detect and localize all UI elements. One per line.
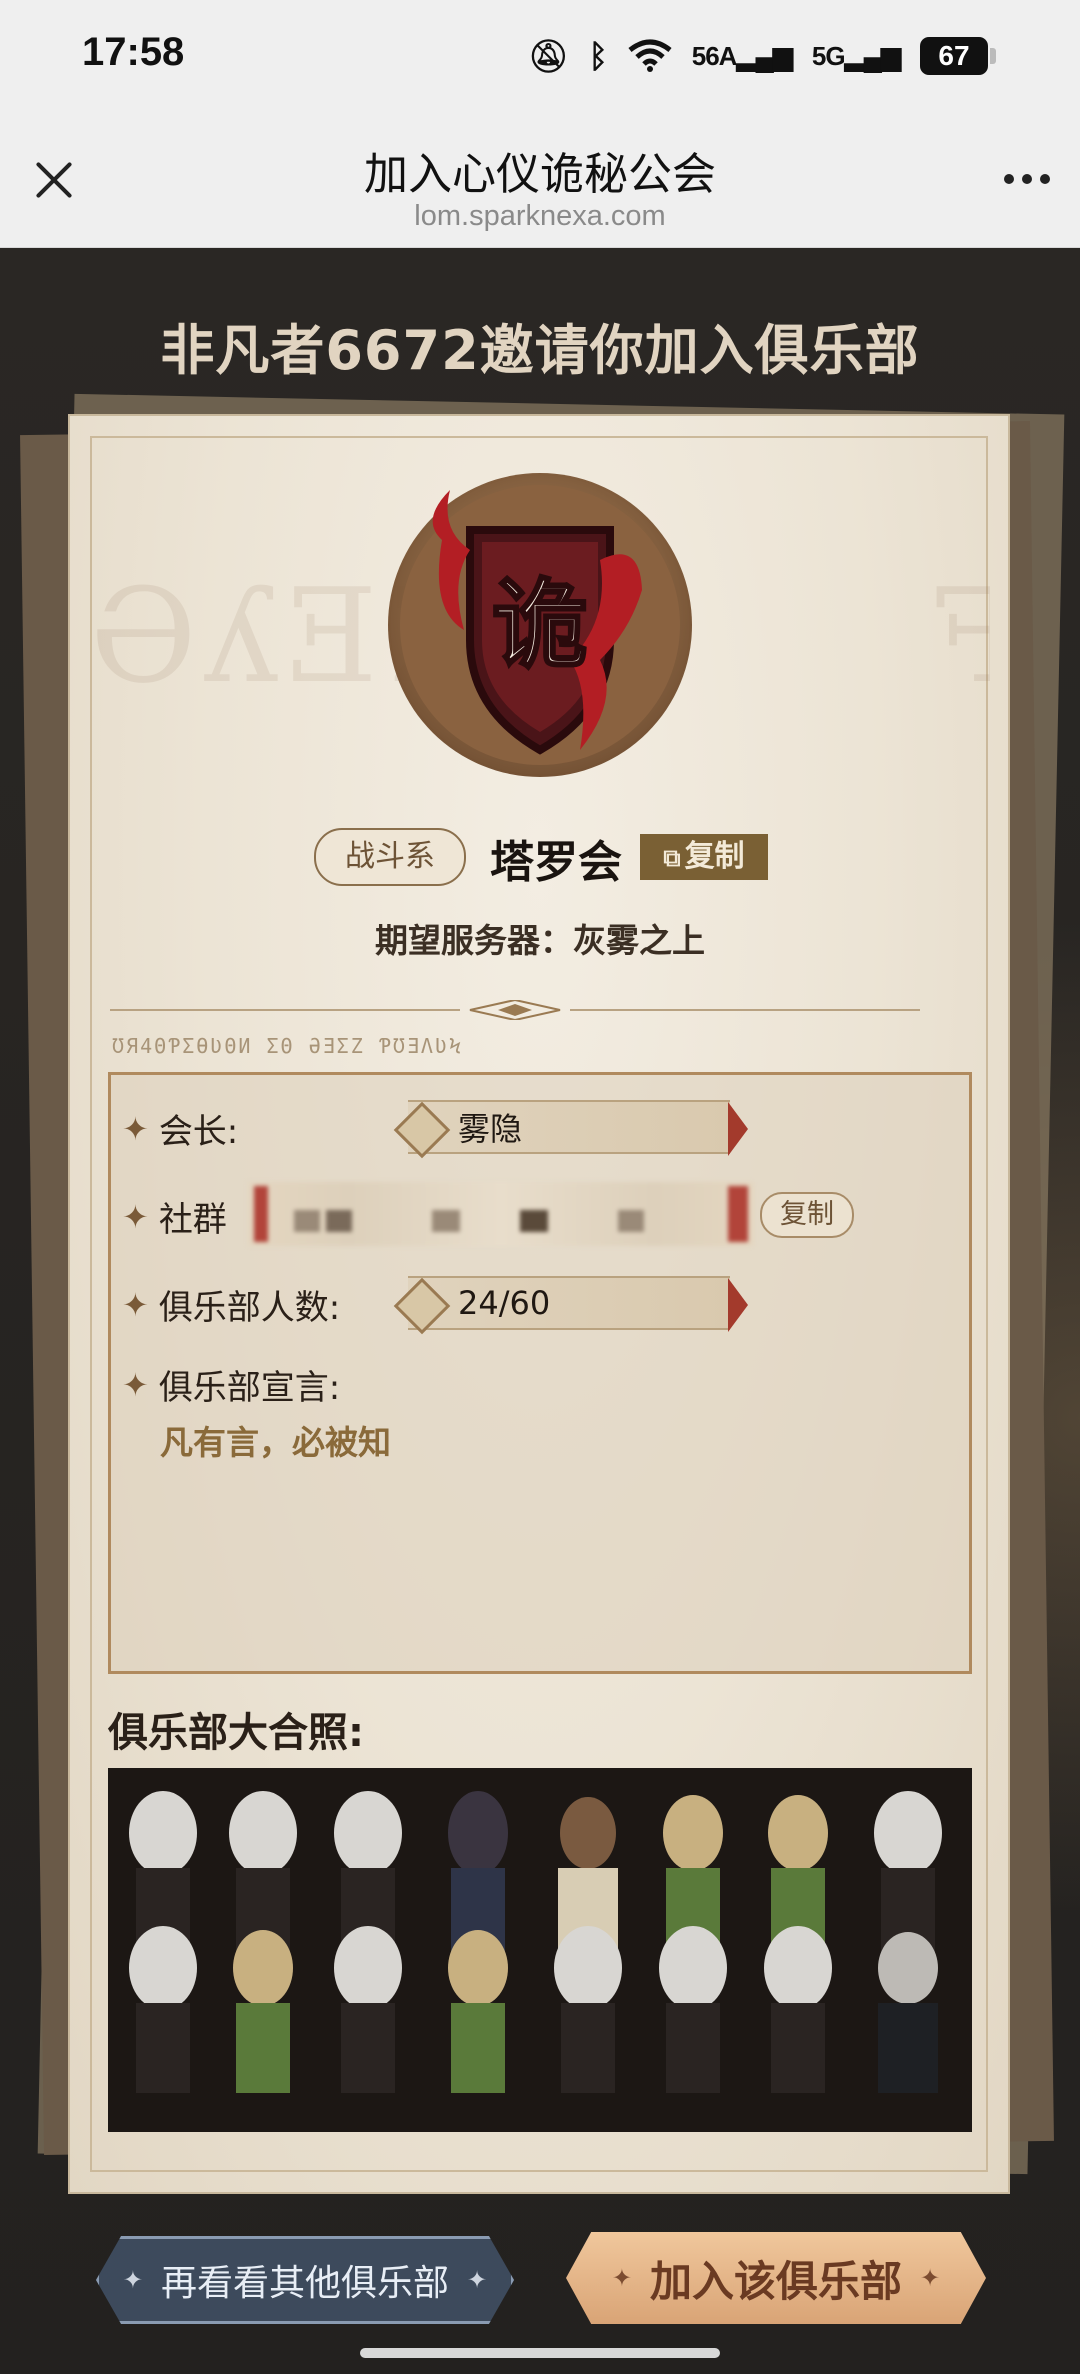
leader-value: 雾隐 — [408, 1100, 748, 1156]
social-label: 社群 — [158, 1200, 227, 1240]
diamond-icon: ✦ — [467, 2266, 488, 2294]
join-club-button[interactable]: ✦ 加入该俱乐部 ✦ — [566, 2232, 986, 2324]
social-value-redacted — [248, 1182, 754, 1246]
wifi-icon — [628, 39, 672, 72]
diamond-icon: ✦ — [611, 2264, 632, 2292]
browser-header: 加入心仪诡秘公会 lom.sparknexa.com — [0, 120, 1080, 248]
invite-title: 非凡者6672邀请你加入俱乐部 — [160, 319, 920, 382]
emblem-char: 诡 — [492, 568, 588, 681]
more-options-button[interactable] — [1004, 174, 1050, 184]
members-value: 24/60 — [408, 1276, 748, 1332]
diamond-icon: ✦ — [122, 2266, 143, 2294]
diamond-icon: ✦ — [920, 2264, 941, 2292]
leader-row: ✦ 会长: — [122, 1104, 238, 1153]
server-preference: 期望服务器：灰雾之上 — [375, 921, 705, 960]
star-icon: ✦ — [122, 1365, 149, 1404]
star-icon: ✦ — [122, 1285, 149, 1324]
copy-icon: ⧉ — [663, 844, 681, 872]
manifesto-text: 凡有言，必被知 — [160, 1423, 391, 1462]
status-bar: 17:58 🔕︎ ᛒ 56A▂▄▆ 5G▂▄▆ 67 — [0, 0, 1080, 120]
star-icon: ✦ — [122, 1109, 149, 1148]
browse-other-clubs-button[interactable]: ✦ 再看看其他俱乐部 ✦ — [96, 2236, 514, 2324]
club-type-tag: 战斗系 — [314, 828, 466, 886]
mute-icon: 🔕︎ — [527, 38, 569, 74]
home-indicator[interactable] — [360, 2348, 720, 2358]
ornamental-divider — [110, 1000, 920, 1020]
club-emblem-icon: 诡 — [388, 473, 692, 777]
members-label: 俱乐部人数: — [158, 1288, 341, 1328]
copy-club-name-button[interactable]: ⧉ 复制 — [640, 834, 768, 880]
manifesto-row: ✦ 俱乐部宣言: — [122, 1360, 340, 1409]
status-icons: 🔕︎ ᛒ 56A▂▄▆ 5G▂▄▆ 67 — [527, 36, 996, 76]
decorative-cipher: ƱЯ4ΘƤƩѲƲΘИ ΣΘ ƏƎƩZ ƤƱƎΛƲϞ — [112, 1034, 464, 1058]
members-row: ✦ 俱乐部人数: — [122, 1280, 340, 1329]
page-title: 加入心仪诡秘公会 — [364, 149, 716, 200]
signal-icon-1: 56A▂▄▆ — [691, 40, 793, 71]
group-photo[interactable] — [108, 1768, 972, 2132]
leader-label: 会长: — [158, 1112, 239, 1152]
signal-icon-2: 5G▂▄▆ — [811, 40, 901, 71]
battery-icon: 67 — [920, 37, 996, 75]
social-row: ✦ 社群 — [122, 1192, 227, 1241]
club-name: 塔罗会 — [490, 837, 622, 888]
star-icon: ✦ — [122, 1197, 149, 1236]
bluetooth-icon: ᛒ — [588, 38, 608, 74]
status-time: 17:58 — [82, 30, 185, 74]
group-photo-title: 俱乐部大合照: — [108, 1710, 364, 1756]
manifesto-label: 俱乐部宣言: — [158, 1368, 341, 1408]
copy-social-button[interactable]: 复制 — [760, 1192, 854, 1238]
page-url: lom.sparknexa.com — [414, 200, 666, 232]
